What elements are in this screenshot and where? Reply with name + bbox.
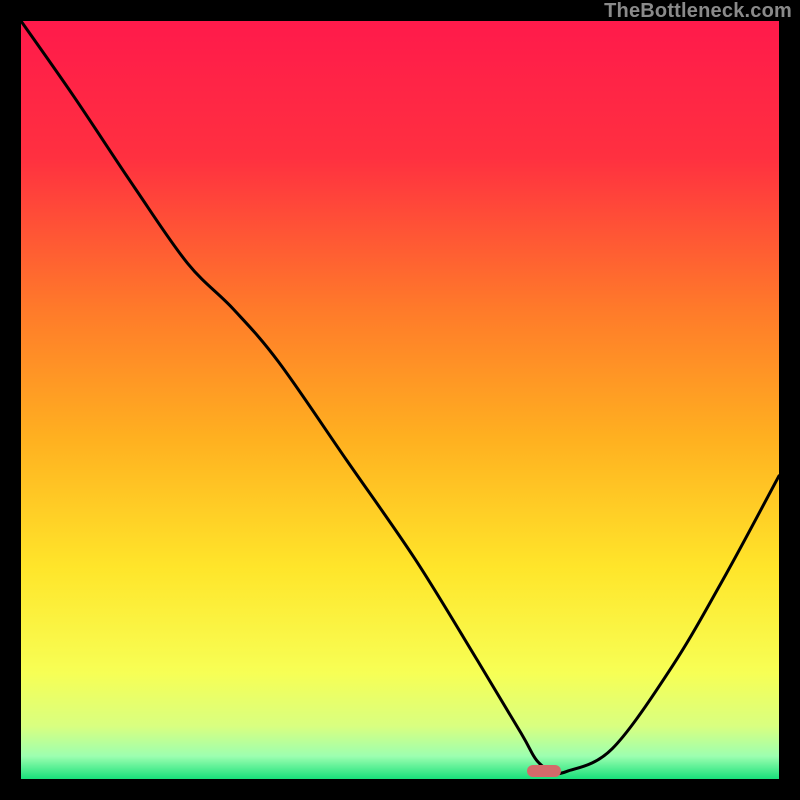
watermark-text: TheBottleneck.com xyxy=(604,0,792,23)
chart-frame: TheBottleneck.com xyxy=(0,0,800,800)
plot-area xyxy=(21,21,779,779)
optimal-marker xyxy=(527,765,561,777)
bottleneck-curve xyxy=(21,21,779,779)
